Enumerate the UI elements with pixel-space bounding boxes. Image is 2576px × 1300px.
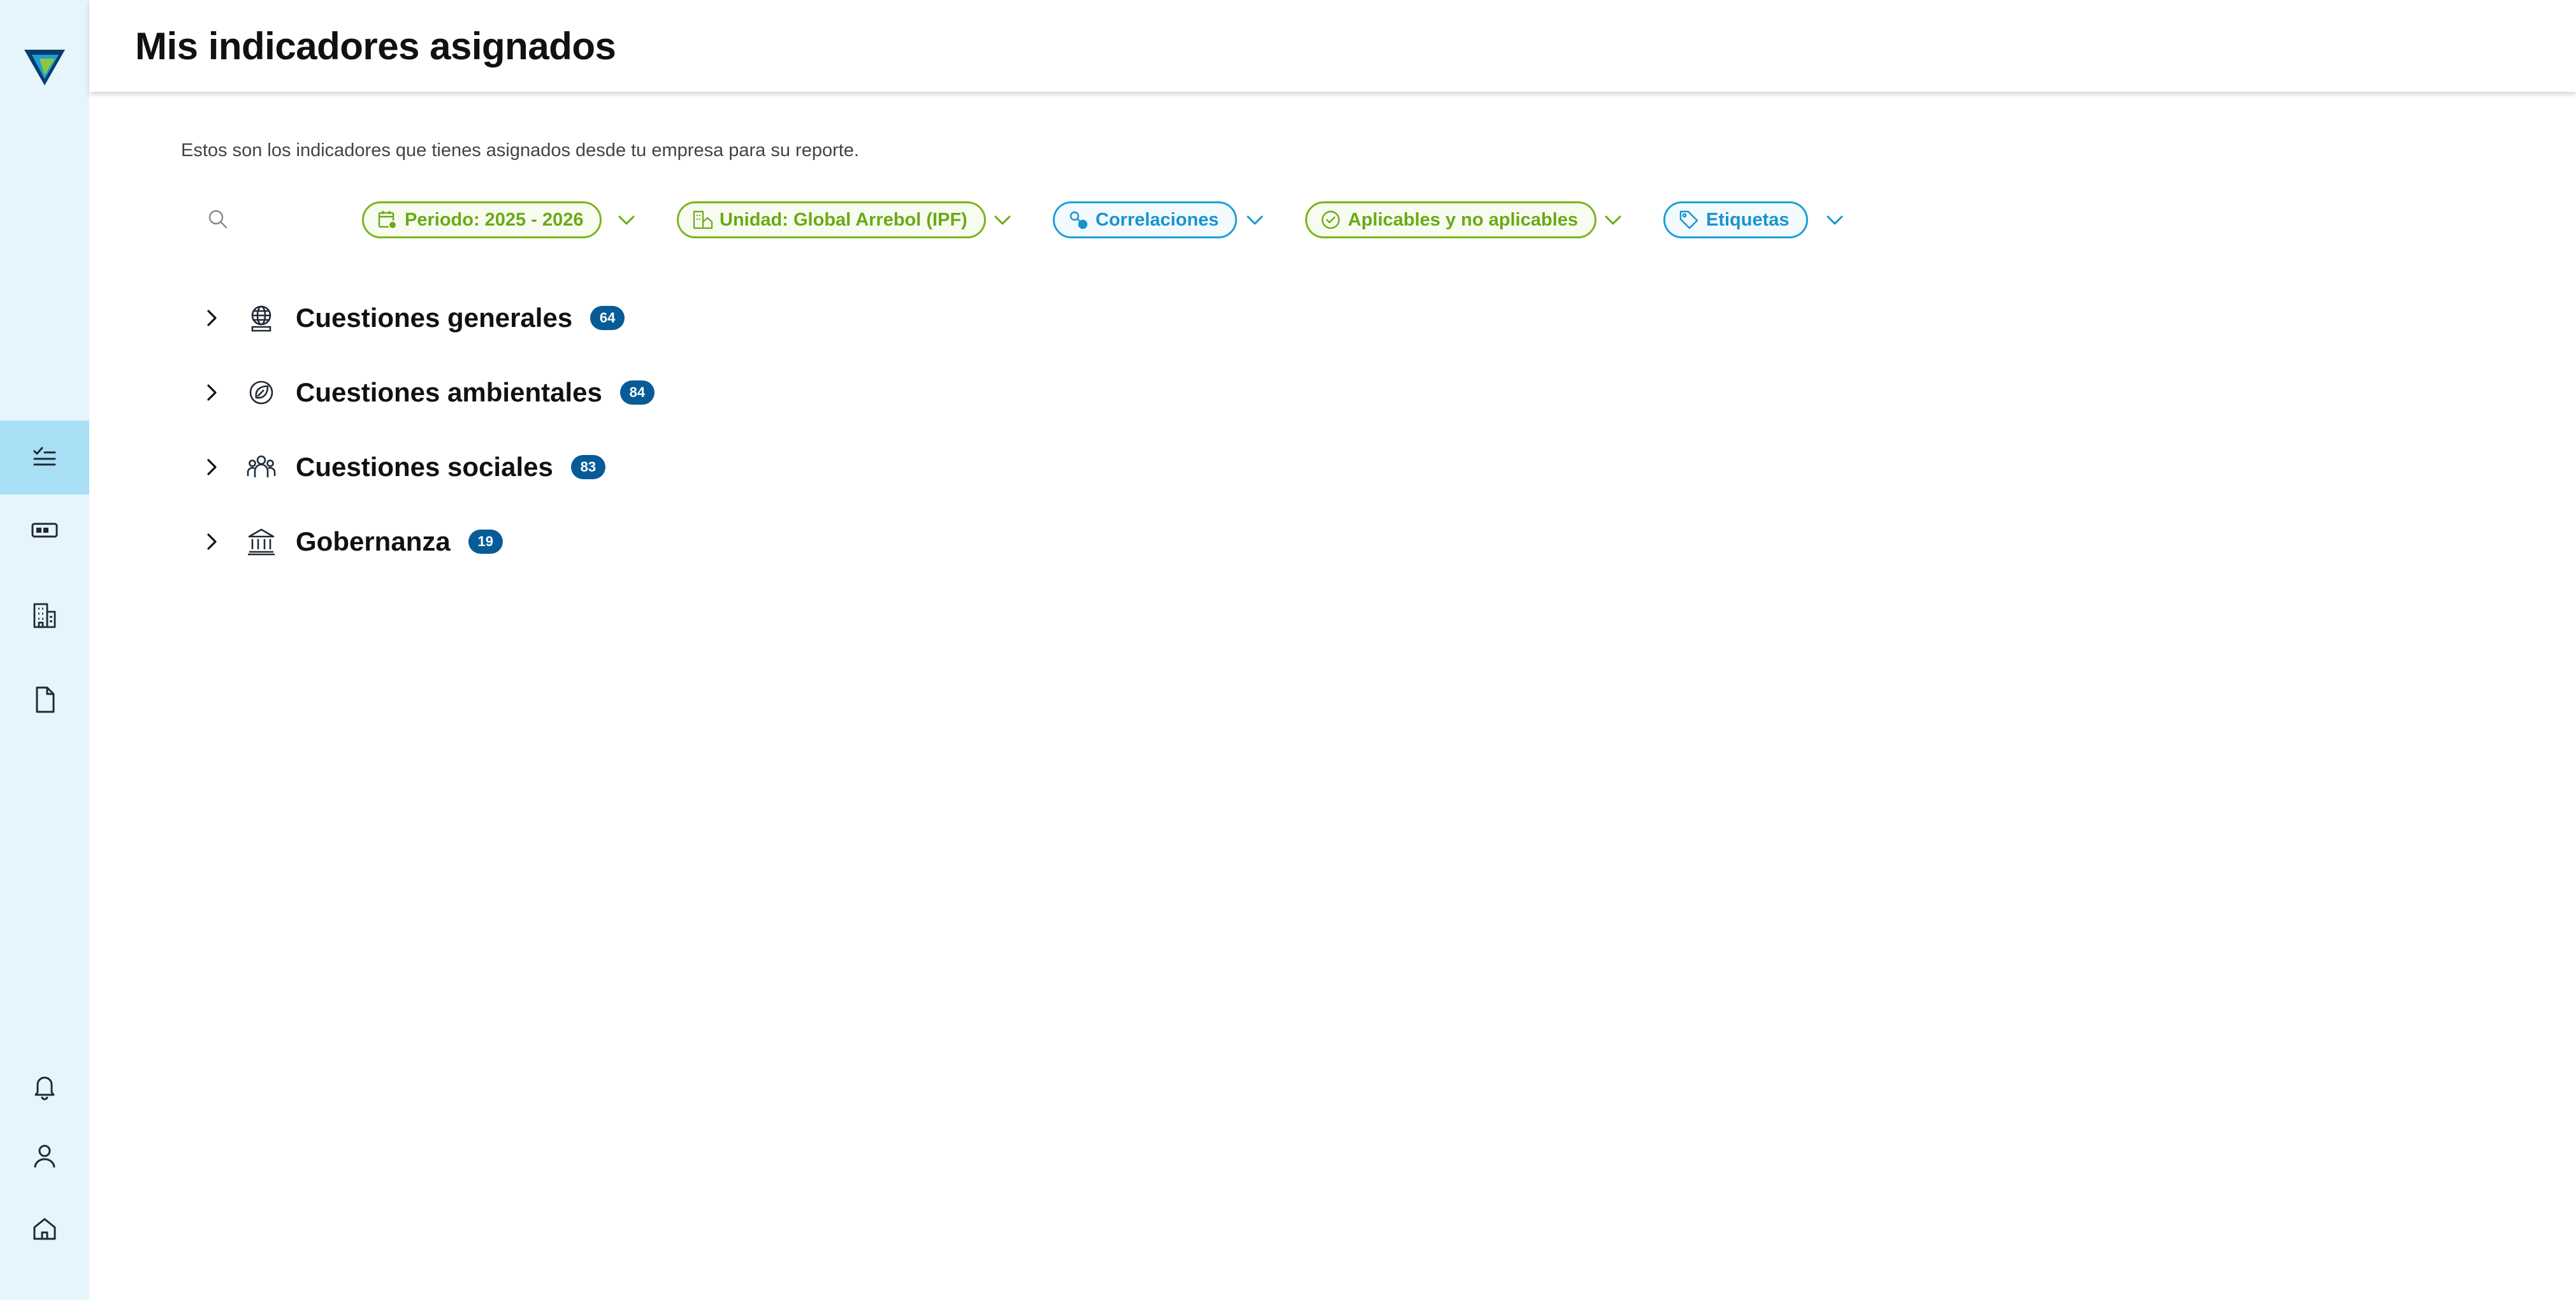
chevron-right-icon[interactable] <box>200 381 223 404</box>
category-label: Cuestiones sociales <box>296 452 553 482</box>
page-title: Mis indicadores asignados <box>135 25 616 68</box>
period-filter[interactable]: Periodo: 2025 - 2026 <box>362 201 602 238</box>
category-label: Cuestiones ambientales <box>296 377 602 407</box>
bell-icon <box>34 1076 55 1101</box>
correlations-filter[interactable]: Correlaciones <box>1053 201 1238 238</box>
category-label: Cuestiones generales <box>296 303 573 333</box>
correlations-filter-label: Correlaciones <box>1096 209 1219 230</box>
category-row-social[interactable]: Cuestiones sociales 83 <box>200 445 605 489</box>
category-row-governance[interactable]: Gobernanza 19 <box>200 519 503 564</box>
tags-filter-label: Etiquetas <box>1706 209 1790 230</box>
category-row-environmental[interactable]: Cuestiones ambientales 84 <box>200 370 655 415</box>
period-chevron-down-icon[interactable] <box>616 209 637 231</box>
sidebar-item-cards[interactable] <box>0 493 89 567</box>
tags-filter[interactable]: Etiquetas <box>1663 201 1808 238</box>
sidebar-item-profile[interactable] <box>0 1119 89 1193</box>
page-header: Mis indicadores asignados <box>89 0 2576 92</box>
sidebar-item-company[interactable] <box>0 579 89 653</box>
period-filter-label: Periodo: 2025 - 2026 <box>405 209 584 230</box>
applicability-filter[interactable]: Aplicables y no aplicables <box>1305 201 1597 238</box>
count-badge: 19 <box>468 530 503 554</box>
sidebar-item-notifications[interactable] <box>0 1049 89 1123</box>
globe-icon <box>251 305 271 332</box>
leaf-icon <box>249 380 273 405</box>
count-badge: 64 <box>590 306 625 330</box>
people-icon <box>247 455 276 477</box>
sidebar-item-indicators[interactable] <box>0 421 89 495</box>
sidebar <box>0 0 89 1300</box>
count-badge: 83 <box>570 455 605 479</box>
calendar-icon <box>378 211 397 229</box>
applicability-chevron-down-icon[interactable] <box>1602 209 1624 231</box>
correlations-chevron-down-icon[interactable] <box>1244 209 1266 231</box>
main-content: Estos son los indicadores que tienes asi… <box>89 92 2576 1300</box>
category-row-general[interactable]: Cuestiones generales 64 <box>200 296 625 340</box>
card-icon <box>31 523 58 538</box>
unit-filter-label: Unidad: Global Arrebol (IPF) <box>720 209 967 230</box>
applicability-filter-label: Aplicables y no aplicables <box>1348 209 1579 230</box>
link-icon <box>1069 211 1088 229</box>
chevron-right-icon[interactable] <box>200 307 223 329</box>
home-icon <box>33 1218 56 1240</box>
tags-chevron-down-icon[interactable] <box>1824 209 1846 231</box>
unit-chevron-down-icon[interactable] <box>992 209 1013 231</box>
document-icon <box>36 686 55 713</box>
chevron-right-icon[interactable] <box>200 530 223 553</box>
user-icon <box>34 1145 55 1168</box>
tag-icon <box>1679 210 1698 229</box>
search-icon[interactable] <box>206 208 229 231</box>
unit-filter[interactable]: Unidad: Global Arrebol (IPF) <box>677 201 986 238</box>
sidebar-item-documents[interactable] <box>0 663 89 737</box>
category-label: Gobernanza <box>296 526 451 556</box>
building-icon <box>33 603 56 628</box>
intro-text: Estos son los indicadores que tienes asi… <box>181 140 859 161</box>
office-icon <box>693 210 713 229</box>
count-badge: 84 <box>619 380 655 405</box>
check-circle-icon <box>1321 210 1340 229</box>
chevron-right-icon[interactable] <box>200 456 223 479</box>
filter-bar: Periodo: 2025 - 2026 Unidad: Global Arre… <box>206 199 1991 240</box>
sidebar-item-home[interactable] <box>0 1192 89 1266</box>
institution-icon <box>248 528 275 556</box>
brand-logo[interactable] <box>23 45 66 88</box>
checklist-icon <box>33 447 56 466</box>
